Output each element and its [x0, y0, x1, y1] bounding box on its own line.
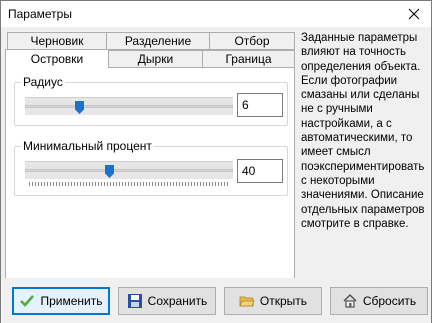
- tab-islands[interactable]: Островки: [5, 49, 109, 68]
- min-percent-slider[interactable]: [25, 161, 233, 179]
- save-label: Сохранить: [147, 294, 208, 308]
- tab-holes[interactable]: Дырки: [108, 50, 203, 68]
- radius-label: Радиус: [21, 75, 65, 89]
- close-button[interactable]: [397, 1, 431, 27]
- min-percent-slider-groove: [25, 169, 233, 172]
- radius-slider-thumb[interactable]: [75, 101, 84, 114]
- min-percent-label: Минимальный процент: [21, 139, 154, 153]
- tab-holes-label: Дырки: [137, 52, 174, 66]
- min-percent-input[interactable]: 40: [237, 159, 283, 183]
- open-label: Открыть: [259, 294, 308, 308]
- tabs-panel: Черновик Разделение Отбор Островки Дырки…: [5, 31, 295, 279]
- radius-group: Радиус 6: [14, 75, 288, 126]
- open-button[interactable]: Открыть: [224, 287, 322, 315]
- save-icon: [127, 294, 142, 308]
- window-title: Параметры: [8, 7, 72, 21]
- save-button[interactable]: Сохранить: [118, 287, 216, 315]
- tab-selection[interactable]: Отбор: [209, 32, 295, 50]
- tab-selection-label: Отбор: [234, 34, 270, 48]
- tab-separation-label: Разделение: [124, 34, 192, 48]
- close-icon: [408, 8, 420, 20]
- tab-draft[interactable]: Черновик: [7, 32, 107, 50]
- titlebar: Параметры: [1, 1, 431, 27]
- reset-label: Сбросить: [362, 294, 417, 308]
- reset-button[interactable]: Сбросить: [330, 287, 428, 315]
- min-percent-ticks: [29, 182, 229, 186]
- radius-input[interactable]: 6: [237, 93, 283, 117]
- parameters-window: Параметры Черновик Разделение Отбор Остр…: [0, 0, 432, 323]
- tab-islands-label: Островки: [30, 52, 84, 66]
- apply-label: Применить: [40, 294, 103, 308]
- radius-slider-groove: [25, 105, 233, 108]
- apply-button[interactable]: Применить: [12, 287, 110, 315]
- folder-open-icon: [239, 296, 255, 307]
- min-percent-group: Минимальный процент 40: [14, 139, 288, 196]
- tab-separation[interactable]: Разделение: [106, 32, 210, 50]
- tab-draft-label: Черновик: [30, 34, 84, 48]
- tab-page-islands: Радиус 6 Минимальный процент 40: [5, 67, 295, 279]
- button-bar: Применить Сохранить Открыть Сбросить: [1, 278, 431, 323]
- checkmark-icon: [20, 295, 35, 307]
- home-icon: [343, 294, 357, 308]
- radius-slider[interactable]: [25, 97, 233, 115]
- description-text: Заданные параметры влияют на точность оп…: [301, 32, 425, 230]
- tab-border[interactable]: Граница: [202, 50, 295, 68]
- tab-border-label: Граница: [225, 52, 272, 66]
- min-percent-slider-thumb[interactable]: [105, 165, 114, 178]
